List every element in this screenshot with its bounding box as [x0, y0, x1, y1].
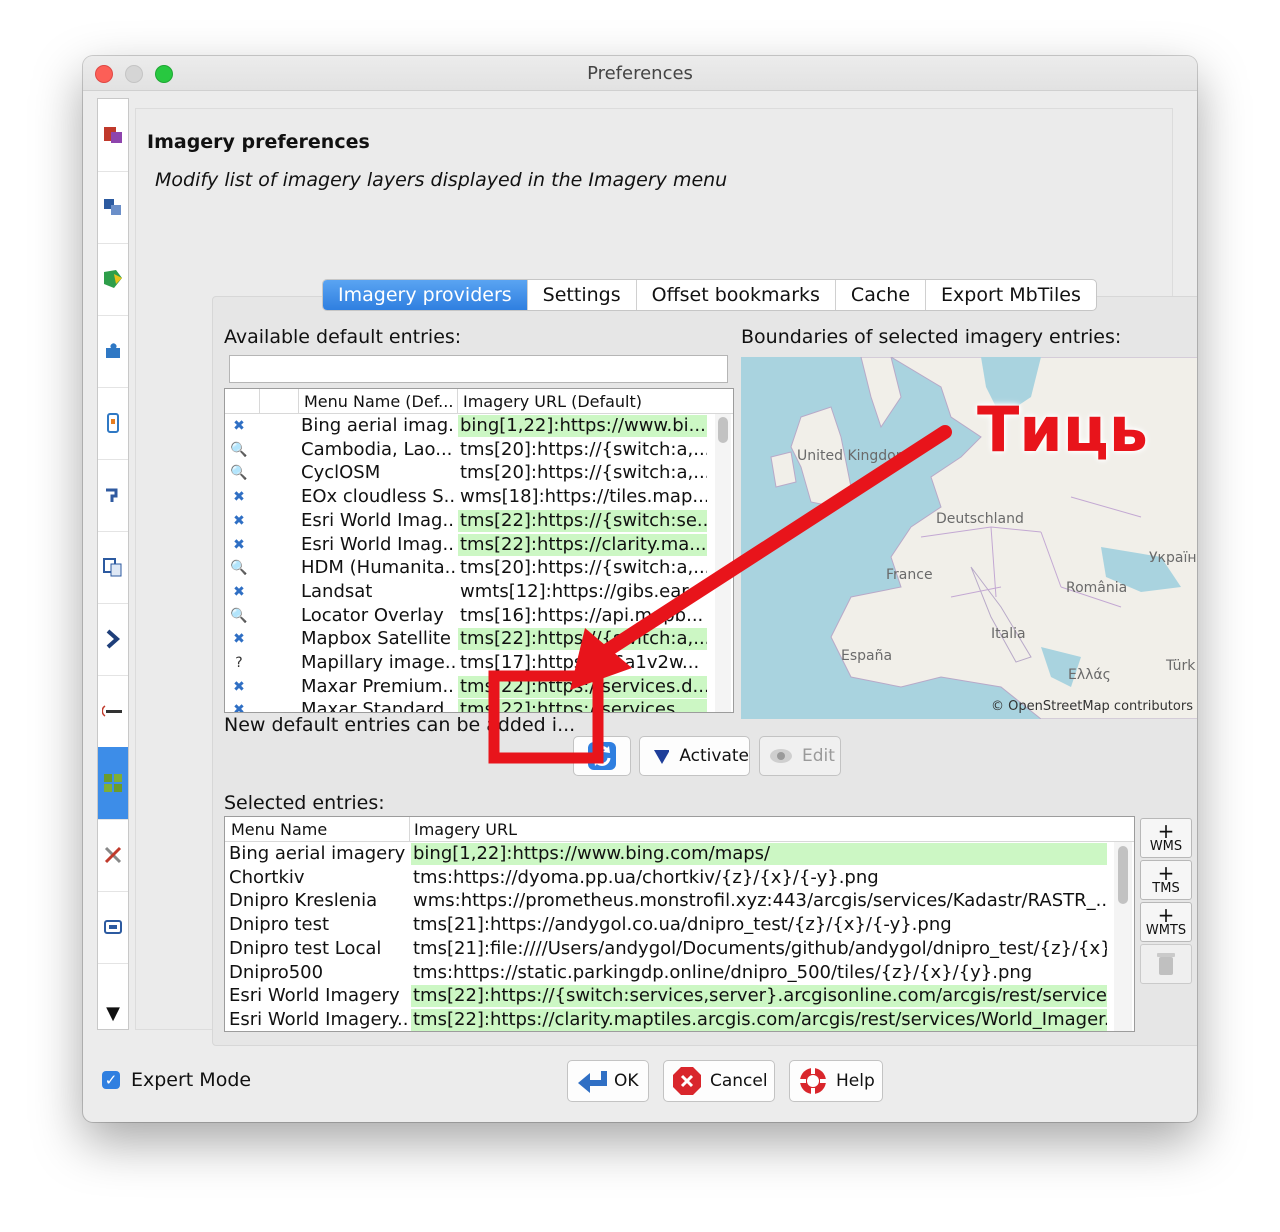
annotation-highlight-box: [488, 670, 604, 764]
annotation-label: Тиць: [977, 393, 1148, 466]
annotation-arrow: [593, 425, 952, 662]
annotation-overlay: [488, 425, 952, 764]
